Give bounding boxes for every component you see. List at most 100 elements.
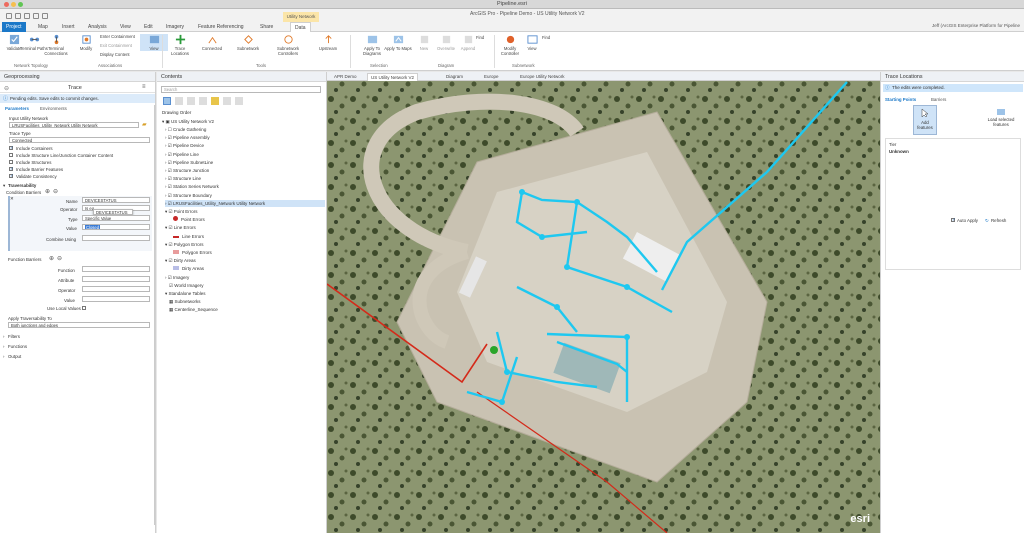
list-by-source-icon[interactable] [175, 97, 183, 105]
error-layer-item[interactable]: ▾ ☑ Line Errors [165, 224, 196, 231]
list-by-selection-icon[interactable] [187, 97, 195, 105]
layer-item[interactable]: › ☑ Structure Boundary [165, 192, 212, 199]
layer-item[interactable]: › ☑ Pipeline Line [165, 151, 199, 158]
remove-function-barrier-icon[interactable]: ⊖ [57, 255, 62, 262]
value2-input[interactable] [82, 296, 150, 302]
layer-item[interactable]: › ☑ LRUSFacilities_Utility_Network Utili… [165, 199, 325, 207]
tab-data[interactable]: Data [290, 22, 311, 32]
modify-associations-button[interactable]: Modify [72, 34, 100, 51]
exit-containment-button[interactable]: Exit Containment [100, 43, 132, 48]
scrollbar[interactable] [154, 105, 155, 525]
save-icon[interactable] [24, 12, 30, 19]
auto-apply-checkbox[interactable] [951, 217, 956, 223]
tab-imagery[interactable]: Imagery [162, 22, 188, 32]
combine-using-select[interactable] [82, 235, 150, 241]
tab-environments[interactable]: Environments [40, 106, 67, 111]
terminal-connections-button[interactable]: Terminal Connections [42, 34, 70, 56]
refresh-button[interactable]: Refresh [991, 218, 1006, 223]
table-item[interactable]: ▦ Subnetworks [169, 298, 201, 305]
error-layer-item[interactable]: ▾ ☑ Point Errors [165, 208, 198, 215]
tab-view[interactable]: View [116, 22, 135, 32]
display-content-button[interactable]: Display Content [100, 52, 130, 57]
chevron-right-icon[interactable]: › [3, 354, 4, 359]
trace-locations-button[interactable]: Trace Locations [166, 34, 194, 56]
imagery-group[interactable]: › ☑ Imagery [165, 274, 189, 281]
back-arrow-icon[interactable]: ⊖ [4, 85, 9, 92]
list-by-snapping-icon[interactable] [211, 97, 219, 105]
connected-trace-button[interactable]: Connected [198, 34, 226, 51]
starting-points-list[interactable]: Tier Unknown [885, 138, 1021, 270]
list-by-charts-icon[interactable] [235, 97, 243, 105]
new-icon[interactable] [6, 12, 12, 19]
layer-item[interactable]: › ☑ Pipeline Assembly [165, 134, 210, 141]
undo-icon[interactable] [33, 12, 39, 19]
error-layer-item[interactable]: ▾ ☑ Polygon Errors [165, 241, 204, 248]
tab-edit[interactable]: Edit [140, 22, 157, 32]
add-function-barrier-icon[interactable]: ⊕ [49, 255, 54, 262]
map-tab-europe-utility-network[interactable]: Europe Utility Network [517, 73, 568, 81]
tab-map[interactable]: Map [34, 22, 52, 32]
menu-icon[interactable]: ≡ [142, 84, 146, 90]
tab-project[interactable]: Project [2, 22, 26, 32]
type-select[interactable]: Specific Value [82, 215, 150, 221]
map-node[interactable]: ▾ ▣ US Utility Network V2 [162, 118, 214, 125]
use-local-values-checkbox[interactable] [82, 306, 86, 310]
map-tab-diagram[interactable]: Diagram [443, 73, 466, 81]
add-barrier-icon[interactable]: ⊕ [45, 188, 50, 195]
map-view[interactable]: esri [327, 72, 880, 533]
chevron-right-icon[interactable]: › [3, 344, 4, 349]
validate-consistency-checkbox[interactable] [9, 173, 14, 179]
world-imagery-layer[interactable]: ☑ World Imagery [169, 282, 203, 289]
include-containers-checkbox[interactable] [9, 145, 14, 151]
user-account[interactable]: Jeff (ArcGIS Enterprise Platform for Pip… [932, 23, 1020, 28]
layer-item[interactable]: › ☑ Station Series Network [165, 183, 219, 190]
layer-item[interactable]: › ☑ Pipeline Device [165, 142, 204, 149]
include-structure-content-checkbox[interactable] [9, 153, 13, 157]
find-selection-button[interactable]: Find [476, 35, 484, 40]
traversability-section[interactable]: Traversability [8, 183, 36, 188]
apply-traversability-select[interactable]: Both junctions and edges [8, 322, 150, 328]
tab-feature-referencing[interactable]: Feature Referencing [194, 22, 248, 32]
include-structures-checkbox[interactable] [9, 160, 13, 164]
map-tab-apr-demo[interactable]: APR Demo [331, 73, 360, 81]
chevron-right-icon[interactable]: › [3, 334, 4, 339]
tab-insert[interactable]: Insert [58, 22, 79, 32]
tab-analysis[interactable]: Analysis [84, 22, 111, 32]
subnetwork-controllers-button[interactable]: Subnetwork Controllers [274, 34, 302, 56]
remove-barrier-icon[interactable]: ⊖ [53, 188, 58, 195]
include-barrier-features-checkbox[interactable] [9, 166, 14, 172]
load-selected-features-button[interactable]: Load selected features [986, 108, 1016, 127]
value-select[interactable]: Closed [82, 224, 150, 230]
standalone-tables-heading[interactable]: ▾ Standalone Tables [165, 290, 205, 297]
table-item[interactable]: ▦ Centerline_Sequence [169, 306, 218, 313]
add-features-button[interactable]: Add features [913, 105, 937, 135]
refresh-icon[interactable]: ↻ [985, 218, 989, 224]
contents-search-input[interactable]: Search [161, 86, 321, 93]
view-associations-button[interactable]: View [140, 34, 168, 51]
attribute-select[interactable] [82, 276, 150, 282]
list-by-editing-icon[interactable] [199, 97, 207, 105]
output-section[interactable]: Output [8, 354, 21, 359]
list-by-drawing-order-icon[interactable] [163, 97, 171, 105]
input-utility-network-field[interactable]: LRUSFacilities_Utility_Network Utility N… [9, 122, 139, 128]
row-close-icon[interactable]: ✕ [10, 196, 14, 202]
folder-icon[interactable]: ▰ [142, 121, 147, 128]
tab-barriers[interactable]: Barriers [931, 97, 946, 102]
map-tab-europe[interactable]: Europe [481, 73, 502, 81]
operator2-select[interactable] [82, 286, 150, 292]
subnetwork-trace-button[interactable]: Subnetwork [234, 34, 262, 51]
functions-section[interactable]: Functions [8, 344, 27, 349]
trace-type-select[interactable]: Connected [9, 137, 150, 143]
open-icon[interactable] [15, 12, 21, 19]
redo-icon[interactable] [42, 12, 48, 19]
find-subnetwork-button[interactable]: Find [542, 35, 550, 40]
layer-item[interactable]: › ☑ Structure Line [165, 175, 201, 182]
layer-item[interactable]: › ☑ Pipeline SubnetLine [165, 159, 213, 166]
map-tab-us-utility-network[interactable]: US Utility Network V2 [367, 73, 419, 81]
tab-parameters[interactable]: Parameters [5, 106, 29, 111]
layer-item[interactable]: › ☐ Crude Gathering [165, 126, 206, 133]
list-by-labeling-icon[interactable] [223, 97, 231, 105]
error-layer-item[interactable]: ▾ ☑ Dirty Areas [165, 257, 196, 264]
name-select[interactable]: DEVICESTATUS [82, 197, 150, 203]
filters-section[interactable]: Filters [8, 334, 20, 339]
